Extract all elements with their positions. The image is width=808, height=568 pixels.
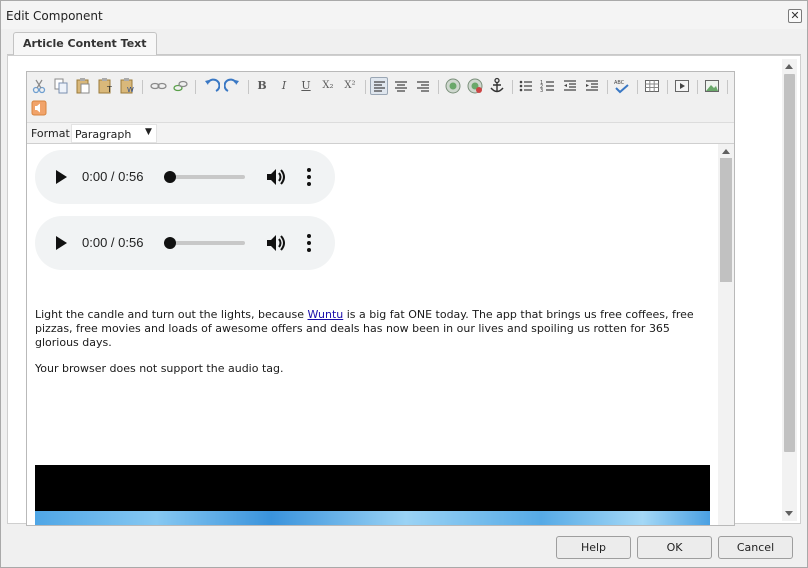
video-frame-preview [35,511,710,525]
italic-icon[interactable]: I [275,77,293,95]
image-map-icon[interactable] [444,77,462,95]
toolbar-separator [248,80,249,94]
format-label: Format [31,127,70,140]
outdent-icon[interactable] [561,77,579,95]
wuntu-link[interactable]: Wuntu [308,308,344,321]
volume-icon[interactable] [265,232,289,254]
subscript-icon[interactable]: X₂ [319,77,337,95]
audio-player[interactable]: 0:00 / 0:56 [35,216,335,270]
align-left-icon[interactable] [370,77,388,95]
audio-embed-icon[interactable] [30,99,48,117]
spellcheck-icon[interactable]: ABC [613,77,631,95]
toolbar-separator [697,80,698,94]
bold-glyph: B [257,79,267,92]
audio-progress-track[interactable] [169,241,245,245]
toolbar-separator [365,80,366,94]
bold-icon[interactable]: B [253,77,271,95]
toolbar-separator [512,80,513,94]
image-icon[interactable] [703,77,721,95]
underline-glyph: U [301,79,311,92]
article-paragraph: Light the candle and turn out the lights… [35,308,703,350]
play-icon[interactable] [56,236,67,250]
paste-from-word-icon[interactable]: W [118,77,136,95]
volume-icon[interactable] [265,166,289,188]
format-dropdown-value: Paragraph [75,128,132,141]
ok-button[interactable]: OK [637,536,712,559]
help-button[interactable]: Help [556,536,631,559]
scroll-up-arrow-icon[interactable] [785,64,793,69]
close-icon[interactable]: ✕ [788,9,802,23]
paragraph-text-start: Light the candle and turn out the lights… [35,308,308,321]
tab-article-content-text[interactable]: Article Content Text [13,32,157,56]
toolbar-separator [637,80,638,94]
spellcheck-glyph: ABC [614,80,625,86]
video-embed-icon[interactable] [673,77,691,95]
superscript-icon[interactable]: X² [341,77,359,95]
table-icon[interactable] [643,77,661,95]
scroll-down-arrow-icon[interactable] [785,511,793,516]
svg-text:W: W [127,86,134,94]
edit-component-dialog: Edit Component ✕ Article Content Text T [0,0,808,568]
toolbar-separator [667,80,668,94]
audio-progress-handle[interactable] [164,237,176,249]
link-icon[interactable] [171,77,189,95]
toolbar-separator [142,80,143,94]
more-options-icon[interactable] [307,168,311,186]
bulleted-list-icon[interactable] [517,77,535,95]
paste-icon[interactable] [74,77,92,95]
copy-icon[interactable] [52,77,70,95]
redo-icon[interactable] [223,77,242,95]
svg-text:3: 3 [540,88,543,94]
italic-glyph: I [281,79,287,92]
superscript-glyph: X² [344,80,356,91]
cut-icon[interactable] [30,77,48,95]
format-dropdown[interactable]: Paragraph ▼ [71,124,157,143]
numbered-list-icon[interactable]: 123 [539,77,557,95]
scroll-up-arrow-icon[interactable] [722,149,730,154]
subscript-glyph: X₂ [322,80,334,91]
more-options-icon[interactable] [307,234,311,252]
toolbar-separator [438,80,439,94]
cancel-button[interactable]: Cancel [718,536,793,559]
indent-icon[interactable] [583,77,601,95]
toolbar-separator [727,80,728,94]
audio-time: 0:00 / 0:56 [82,235,144,250]
align-center-icon[interactable] [392,77,410,95]
scrollbar-thumb[interactable] [720,158,732,282]
scrollbar-thumb[interactable] [784,74,795,452]
audio-progress-handle[interactable] [164,171,176,183]
align-right-icon[interactable] [414,77,432,95]
format-bar: Format Paragraph ▼ [27,122,734,144]
dialog-scrollbar[interactable] [782,59,797,521]
underline-icon[interactable]: U [297,77,315,95]
audio-time: 0:00 / 0:56 [82,169,144,184]
dialog-title: Edit Component [6,9,103,23]
audio-player[interactable]: 0:00 / 0:56 [35,150,335,204]
toolbar-separator [607,80,608,94]
title-bar[interactable]: Edit Component ✕ [1,1,807,29]
tab-strip: Article Content Text [7,29,801,56]
video-embed[interactable] [35,465,710,525]
chevron-down-icon: ▼ [145,127,152,137]
paste-plain-text-icon[interactable]: T [96,77,114,95]
editor-scrollbar[interactable] [718,144,734,525]
editor-toolbar: T W B I U X₂ X² 1 2 3 ABC [27,72,734,122]
undo-icon[interactable] [202,77,221,95]
editor-content[interactable]: 0:00 / 0:56 0:00 / 0:56 Light the candle… [27,144,718,525]
svg-text:T: T [106,85,112,94]
play-icon[interactable] [56,170,67,184]
anchor-link-icon[interactable] [466,77,484,95]
unlink-icon[interactable] [149,77,167,95]
anchor-icon[interactable] [488,77,506,95]
toolbar-separator [195,80,196,94]
audio-fallback-text: Your browser does not support the audio … [35,362,284,375]
rich-text-editor: T W B I U X₂ X² 1 2 3 ABC Format Paragra… [26,71,735,526]
audio-progress-track[interactable] [169,175,245,179]
